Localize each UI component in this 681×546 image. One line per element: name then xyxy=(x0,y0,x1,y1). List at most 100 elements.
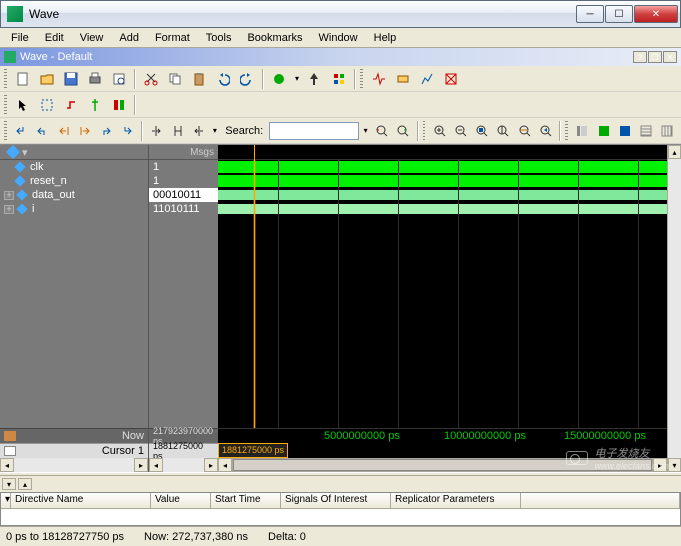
run-button[interactable] xyxy=(268,68,290,90)
toolbar-grip[interactable] xyxy=(423,121,426,141)
toggle-button[interactable] xyxy=(108,94,130,116)
scroll-right-button[interactable]: ▸ xyxy=(653,458,667,472)
cursor-row[interactable]: Cursor 1 xyxy=(0,443,148,458)
pointer-button[interactable] xyxy=(12,94,34,116)
select-button[interactable] xyxy=(36,94,58,116)
next-rising-button[interactable] xyxy=(96,120,115,142)
zoom-cursor-button[interactable] xyxy=(494,120,513,142)
col-value[interactable]: Value xyxy=(151,493,211,508)
panel-btn-2[interactable]: ▴ xyxy=(18,478,32,490)
value-row[interactable]: 00010011 xyxy=(149,188,218,202)
zoom-out-button[interactable] xyxy=(451,120,470,142)
transition-dropdown[interactable]: ▾ xyxy=(210,120,219,142)
zoom-last-button[interactable] xyxy=(536,120,555,142)
transition-prev-button[interactable] xyxy=(147,120,166,142)
next-falling-button[interactable] xyxy=(118,120,137,142)
save-button[interactable] xyxy=(60,68,82,90)
signal-row-clk[interactable]: clk xyxy=(0,160,148,174)
paste-button[interactable] xyxy=(188,68,210,90)
doc-restore-button[interactable]: ❐ xyxy=(648,51,662,63)
cursor-button[interactable] xyxy=(84,94,106,116)
col-soi[interactable]: Signals Of Interest xyxy=(281,493,391,508)
wave-tool-2[interactable] xyxy=(392,68,414,90)
options-button[interactable] xyxy=(328,68,350,90)
value-row[interactable]: 1 xyxy=(149,174,218,188)
menu-bookmarks[interactable]: Bookmarks xyxy=(240,30,309,46)
col-rep[interactable]: Replicator Parameters xyxy=(391,493,521,508)
wave-tool-4[interactable] xyxy=(440,68,462,90)
col-start[interactable]: Start Time xyxy=(211,493,281,508)
layout-4-button[interactable] xyxy=(637,120,656,142)
edge-button[interactable] xyxy=(60,94,82,116)
menu-add[interactable]: Add xyxy=(112,30,146,46)
redo-button[interactable] xyxy=(236,68,258,90)
scroll-down-button[interactable]: ▾ xyxy=(668,458,681,472)
print-button[interactable] xyxy=(84,68,106,90)
undo-button[interactable] xyxy=(212,68,234,90)
doc-close-button[interactable]: ✕ xyxy=(663,51,677,63)
scroll-left-button[interactable]: ◂ xyxy=(149,458,163,472)
layout-3-button[interactable] xyxy=(615,120,634,142)
cut-button[interactable] xyxy=(140,68,162,90)
value-row[interactable]: 11010111 xyxy=(149,202,218,216)
search-input[interactable] xyxy=(269,122,359,140)
copy-button[interactable] xyxy=(164,68,186,90)
find-button[interactable] xyxy=(304,68,326,90)
cursor-line[interactable] xyxy=(254,145,255,428)
wave-tool-3[interactable] xyxy=(416,68,438,90)
open-button[interactable] xyxy=(36,68,58,90)
search-prev-button[interactable] xyxy=(372,120,391,142)
scroll-up-button[interactable]: ▴ xyxy=(668,145,681,159)
maximize-button[interactable]: ☐ xyxy=(605,5,633,23)
preview-button[interactable] xyxy=(108,68,130,90)
signal-row-i[interactable]: +i xyxy=(0,202,148,216)
scroll-thumb[interactable] xyxy=(233,459,652,471)
scroll-left-button[interactable]: ◂ xyxy=(0,458,14,472)
signal-row-reset[interactable]: reset_n xyxy=(0,174,148,188)
menu-help[interactable]: Help xyxy=(367,30,404,46)
toolbar-grip[interactable] xyxy=(565,121,568,141)
menu-view[interactable]: View xyxy=(73,30,111,46)
scroll-right-button[interactable]: ▸ xyxy=(134,458,148,472)
zoom-full-button[interactable] xyxy=(473,120,492,142)
new-button[interactable] xyxy=(12,68,34,90)
toolbar-grip[interactable] xyxy=(4,69,7,89)
next-edge-button[interactable] xyxy=(75,120,94,142)
zoom-range-button[interactable] xyxy=(515,120,534,142)
value-row[interactable]: 1 xyxy=(149,160,218,174)
signal-row-dataout[interactable]: +data_out xyxy=(0,188,148,202)
doc-help-button[interactable]: ? xyxy=(633,51,647,63)
toolbar-grip[interactable] xyxy=(360,69,363,89)
prev-edge-button[interactable] xyxy=(54,120,73,142)
run-dropdown[interactable]: ▾ xyxy=(292,68,302,90)
col-name[interactable]: Directive Name xyxy=(11,493,151,508)
prev-falling-button[interactable] xyxy=(12,120,31,142)
collapse-button[interactable]: ▾ xyxy=(1,493,11,508)
prev-rising-button[interactable] xyxy=(33,120,52,142)
toolbar-grip[interactable] xyxy=(4,121,7,141)
zoom-in-button[interactable] xyxy=(430,120,449,142)
close-button[interactable]: ✕ xyxy=(634,5,678,23)
wave-hscroll[interactable]: ◂ ▸ xyxy=(218,458,667,472)
toolbar-grip[interactable] xyxy=(4,95,7,115)
search-next-button[interactable] xyxy=(393,120,412,142)
expand-icon[interactable]: + xyxy=(4,191,14,200)
waveform-area[interactable]: 5000000000 ps 10000000000 ps 15000000000… xyxy=(218,145,667,472)
minimize-button[interactable]: ─ xyxy=(576,5,604,23)
menu-file[interactable]: File xyxy=(4,30,36,46)
expand-icon[interactable]: + xyxy=(4,205,14,214)
menu-format[interactable]: Format xyxy=(148,30,197,46)
layout-5-button[interactable] xyxy=(658,120,677,142)
menu-window[interactable]: Window xyxy=(312,30,365,46)
vertical-scrollbar[interactable]: ▴ ▾ xyxy=(667,145,681,472)
scroll-right-button[interactable]: ▸ xyxy=(204,458,218,472)
layout-2-button[interactable] xyxy=(594,120,613,142)
transition-next-button[interactable] xyxy=(189,120,208,142)
menu-edit[interactable]: Edit xyxy=(38,30,71,46)
panel-btn-1[interactable]: ▾ xyxy=(2,478,16,490)
search-dropdown[interactable]: ▾ xyxy=(361,120,370,142)
wave-tool-1[interactable] xyxy=(368,68,390,90)
menu-tools[interactable]: Tools xyxy=(199,30,239,46)
scroll-left-button[interactable]: ◂ xyxy=(218,458,232,472)
transition-center-button[interactable] xyxy=(168,120,187,142)
